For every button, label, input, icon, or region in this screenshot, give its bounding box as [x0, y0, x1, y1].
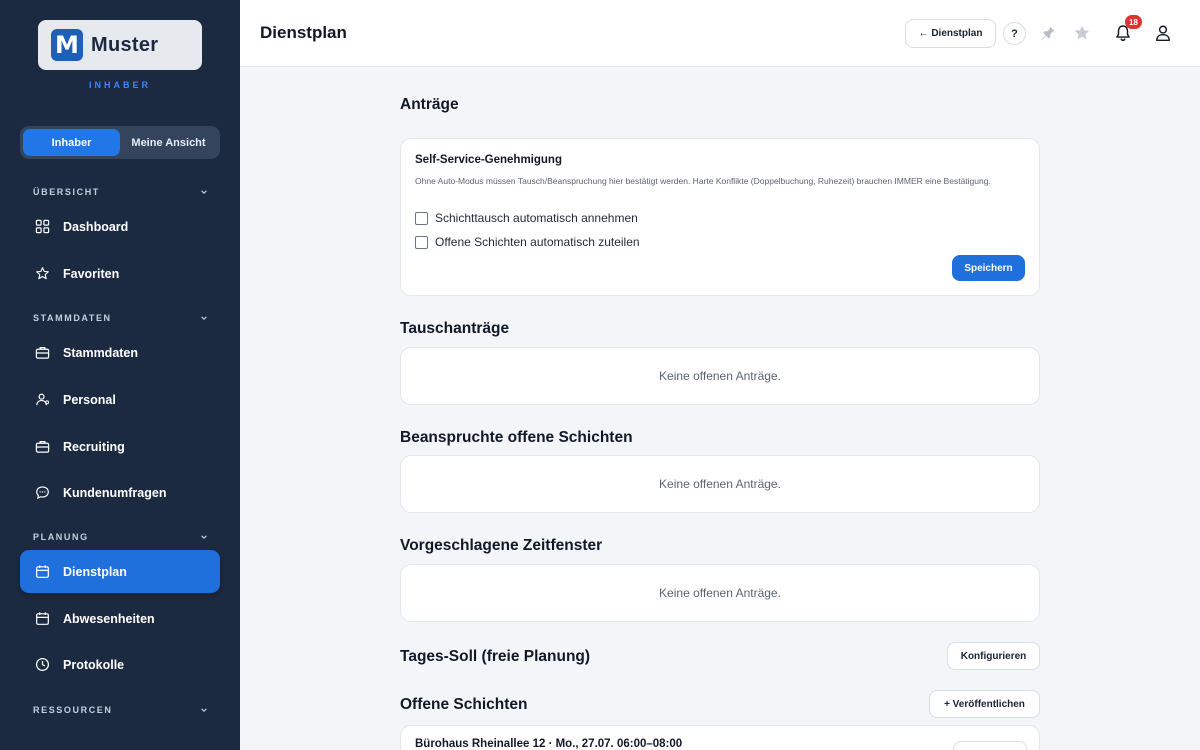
- page-title: Dienstplan: [260, 23, 347, 42]
- calendar-icon: [34, 611, 50, 627]
- favorite-star-icon[interactable]: [1071, 22, 1093, 44]
- suggested-timeslots-heading: Vorgeschlagene Zeitfenster: [400, 537, 603, 554]
- claimed-shifts-heading: Beanspruchte offene Schichten: [400, 429, 633, 446]
- section-masterdata[interactable]: STAMMDATEN: [33, 313, 208, 323]
- daily-target-heading: Tages-Soll (freie Planung): [400, 648, 591, 665]
- sidebar-item-label: Stammdaten: [63, 345, 139, 360]
- open-shift-title: Bürohaus Rheinallee 12 · Mo., 27.07. 06:…: [415, 738, 683, 750]
- shift-action-button[interactable]: [953, 741, 1027, 750]
- sidebar-item-absences[interactable]: Abwesenheiten: [20, 597, 220, 640]
- clock-icon: [34, 657, 50, 673]
- user-profile-icon[interactable]: [1152, 22, 1174, 44]
- chevron-down-icon: [201, 535, 207, 539]
- empty-state-text: Keine offenen Anträge.: [659, 477, 781, 491]
- briefcase-icon: [34, 345, 50, 361]
- sidebar-item-label: Abwesenheiten: [63, 611, 155, 626]
- logo-mark-icon: M: [51, 29, 83, 61]
- chevron-down-icon: [201, 190, 207, 194]
- chevron-down-icon: [201, 316, 207, 320]
- auto-accept-swap-label: Schichttausch automatisch annehmen: [435, 211, 638, 225]
- chat-bubble-icon: [34, 485, 50, 501]
- self-service-title: Self-Service-Genehmigung: [415, 154, 562, 166]
- back-to-schedule-button[interactable]: ← Dienstplan: [905, 19, 996, 48]
- sidebar-item-schedule[interactable]: Dienstplan: [20, 550, 220, 593]
- section-planning-label: PLANUNG: [33, 532, 89, 542]
- publish-button[interactable]: + Veröffentlichen: [929, 690, 1040, 718]
- sidebar-item-label: Dienstplan: [63, 564, 127, 579]
- auto-accept-swap-option[interactable]: Schichttausch automatisch annehmen: [415, 211, 638, 225]
- auto-assign-open-checkbox[interactable]: [415, 235, 428, 249]
- star-icon: [34, 266, 50, 282]
- configure-button[interactable]: Konfigurieren: [947, 642, 1040, 670]
- briefcase-icon: [34, 439, 50, 455]
- save-button[interactable]: Speichern: [952, 255, 1025, 281]
- pin-icon[interactable]: [1037, 22, 1059, 44]
- self-service-card: Self-Service-Genehmigung Ohne Auto-Modus…: [400, 138, 1040, 296]
- sidebar-item-label: Recruiting: [63, 439, 125, 454]
- sidebar-item-label: Dashboard: [63, 219, 129, 234]
- swap-requests-heading: Tauschanträge: [400, 320, 510, 337]
- users-icon: [34, 392, 50, 408]
- open-shift-card[interactable]: Bürohaus Rheinallee 12 · Mo., 27.07. 06:…: [400, 725, 1040, 750]
- suggested-timeslots-card: Keine offenen Anträge.: [400, 564, 1040, 622]
- logo[interactable]: M Muster: [38, 20, 202, 70]
- sidebar-item-label: Personal: [63, 392, 116, 407]
- section-planning[interactable]: PLANUNG: [33, 532, 208, 542]
- chevron-down-icon: [201, 708, 207, 712]
- toggle-my-view[interactable]: Meine Ansicht: [120, 129, 217, 156]
- view-toggle: Inhaber Meine Ansicht: [20, 126, 220, 159]
- section-overview-label: ÜBERSICHT: [33, 187, 100, 197]
- sidebar-item-surveys[interactable]: Kundenumfragen: [20, 471, 220, 514]
- self-service-description: Ohne Auto-Modus müssen Tausch/Beanspruch…: [415, 176, 991, 186]
- sidebar-item-staff[interactable]: Personal: [20, 378, 220, 421]
- logo-letter: M: [55, 31, 79, 59]
- sidebar-item-label: Kundenumfragen: [63, 485, 167, 500]
- top-header: Dienstplan ← Dienstplan ? 18: [240, 0, 1200, 67]
- claimed-shifts-card: Keine offenen Anträge.: [400, 455, 1040, 513]
- calendar-icon: [34, 564, 50, 580]
- auto-assign-open-option[interactable]: Offene Schichten automatisch zuteilen: [415, 235, 640, 249]
- sidebar-item-logs[interactable]: Protokolle: [20, 643, 220, 686]
- swap-requests-card: Keine offenen Anträge.: [400, 347, 1040, 405]
- section-resources-label: RESSOURCEN: [33, 705, 113, 715]
- sidebar-item-recruiting[interactable]: Recruiting: [20, 425, 220, 468]
- empty-state-text: Keine offenen Anträge.: [659, 586, 781, 600]
- auto-accept-swap-checkbox[interactable]: [415, 211, 428, 225]
- section-resources[interactable]: RESSOURCEN: [33, 705, 208, 715]
- toggle-owner-view[interactable]: Inhaber: [23, 129, 120, 156]
- help-button[interactable]: ?: [1003, 22, 1026, 45]
- sidebar-item-label: Protokolle: [63, 657, 125, 672]
- grid-icon: [34, 219, 50, 235]
- section-overview[interactable]: ÜBERSICHT: [33, 187, 208, 197]
- sidebar: M Muster INHABER Inhaber Meine Ansicht Ü…: [0, 0, 240, 750]
- auto-assign-open-label: Offene Schichten automatisch zuteilen: [435, 235, 640, 249]
- requests-heading: Anträge: [400, 96, 459, 113]
- sidebar-item-favorites[interactable]: Favoriten: [20, 252, 220, 295]
- open-shifts-heading: Offene Schichten: [400, 696, 528, 713]
- empty-state-text: Keine offenen Anträge.: [659, 369, 781, 383]
- sidebar-item-label: Favoriten: [63, 266, 120, 281]
- sidebar-item-masterdata[interactable]: Stammdaten: [20, 331, 220, 374]
- role-label: INHABER: [88, 80, 151, 90]
- section-masterdata-label: STAMMDATEN: [33, 313, 112, 323]
- notification-badge: 18: [1125, 15, 1142, 29]
- sidebar-item-dashboard[interactable]: Dashboard: [20, 205, 220, 248]
- logo-text: Muster: [91, 33, 159, 56]
